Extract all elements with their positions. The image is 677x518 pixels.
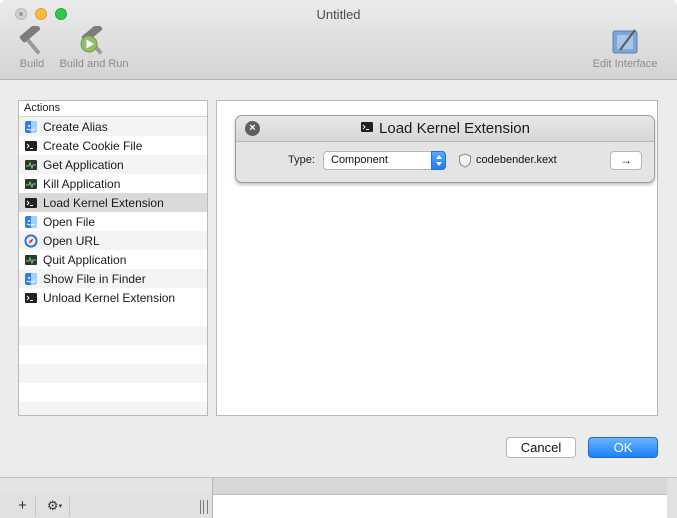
action-item-label: Open File <box>43 214 96 229</box>
window-title: Untitled <box>316 7 361 22</box>
build-and-run-button[interactable]: Build and Run <box>52 26 136 70</box>
empty-row <box>19 402 207 415</box>
action-item-quit-application[interactable]: Quit Application <box>19 250 207 269</box>
build-button[interactable]: Build <box>12 26 52 70</box>
terminal-icon <box>24 139 38 153</box>
action-item-show-file-in-finder[interactable]: Show File in Finder <box>19 269 207 288</box>
finder-icon <box>24 120 38 134</box>
type-label: Type: <box>288 154 315 166</box>
app-window: Untitled Build Build and Run Edit Interf… <box>0 0 677 518</box>
action-rows: Create Alias Create Cookie File Get Appl… <box>19 117 207 415</box>
activity-monitor-icon <box>24 253 38 267</box>
chevron-up-down-icon <box>431 151 446 170</box>
actions-list-header: Actions <box>19 101 207 117</box>
action-item-label: Create Cookie File <box>43 138 143 153</box>
empty-row <box>19 345 207 364</box>
action-item-open-url[interactable]: Open URL <box>19 231 207 250</box>
empty-row <box>19 383 207 402</box>
log-area <box>212 494 667 518</box>
load-kernel-extension-card: × Load Kernel Extension Type: Component … <box>235 115 655 183</box>
action-item-get-application[interactable]: Get Application <box>19 155 207 174</box>
activity-monitor-icon <box>24 158 38 172</box>
build-label: Build <box>19 58 45 70</box>
action-item-label: Get Application <box>43 157 124 172</box>
shield-icon <box>459 153 471 168</box>
actions-list: Actions Create Alias Create Cookie File … <box>18 100 208 416</box>
card-title-text: Load Kernel Extension <box>379 120 530 137</box>
cancel-button[interactable]: Cancel <box>506 437 576 458</box>
action-item-label: Show File in Finder <box>43 271 146 286</box>
card-header: × Load Kernel Extension <box>236 116 654 142</box>
empty-row <box>19 326 207 345</box>
terminal-icon <box>24 291 38 305</box>
empty-row <box>19 307 207 326</box>
build-and-run-label: Build and Run <box>59 58 129 70</box>
bottom-right-strip <box>212 478 667 494</box>
action-item-create-alias[interactable]: Create Alias <box>19 117 207 136</box>
edit-interface-label: Edit Interface <box>592 58 658 70</box>
action-item-label: Quit Application <box>43 252 127 267</box>
hammer-play-icon <box>80 26 103 55</box>
hammer-icon <box>19 26 41 55</box>
edit-interface-button[interactable]: Edit Interface <box>584 26 666 70</box>
type-select[interactable]: Component <box>323 151 446 170</box>
action-item-open-file[interactable]: Open File <box>19 212 207 231</box>
type-select-value: Component <box>331 154 388 166</box>
action-item-unload-kernel-extension[interactable]: Unload Kernel Extension <box>19 288 207 307</box>
card-body: Type: Component codebender.kext → <box>236 142 654 182</box>
title-toolbar: Untitled Build Build and Run Edit Interf… <box>0 0 677 80</box>
empty-row <box>19 364 207 383</box>
interface-builder-icon <box>612 29 638 54</box>
workflow-area: × Load Kernel Extension Type: Component … <box>216 100 658 416</box>
action-item-label: Create Alias <box>43 119 108 134</box>
action-item-create-cookie-file[interactable]: Create Cookie File <box>19 136 207 155</box>
action-item-load-kernel-extension[interactable]: Load Kernel Extension <box>19 193 207 212</box>
finder-icon <box>24 272 38 286</box>
action-item-label: Open URL <box>43 233 100 248</box>
gear-menu-button[interactable]: ⚙▾ <box>40 497 70 517</box>
gear-icon: ⚙ <box>46 498 59 513</box>
choose-kext-button[interactable]: → <box>610 151 642 170</box>
action-item-label: Kill Application <box>43 176 121 191</box>
finder-icon <box>24 215 38 229</box>
action-item-label: Load Kernel Extension <box>43 195 164 210</box>
activity-monitor-icon <box>24 177 38 191</box>
action-item-label: Unload Kernel Extension <box>43 290 176 305</box>
ok-button[interactable]: OK <box>588 437 658 458</box>
split-view-handle[interactable] <box>200 500 208 514</box>
action-item-kill-application[interactable]: Kill Application <box>19 174 207 193</box>
safari-icon <box>24 234 38 248</box>
terminal-icon <box>24 196 38 210</box>
card-title: Load Kernel Extension <box>236 120 654 137</box>
chevron-down-icon: ▾ <box>58 503 63 510</box>
bottom-left-strip <box>0 478 212 494</box>
add-button[interactable]: + <box>10 497 36 517</box>
terminal-icon <box>360 120 374 134</box>
kext-name: codebender.kext <box>476 154 557 166</box>
